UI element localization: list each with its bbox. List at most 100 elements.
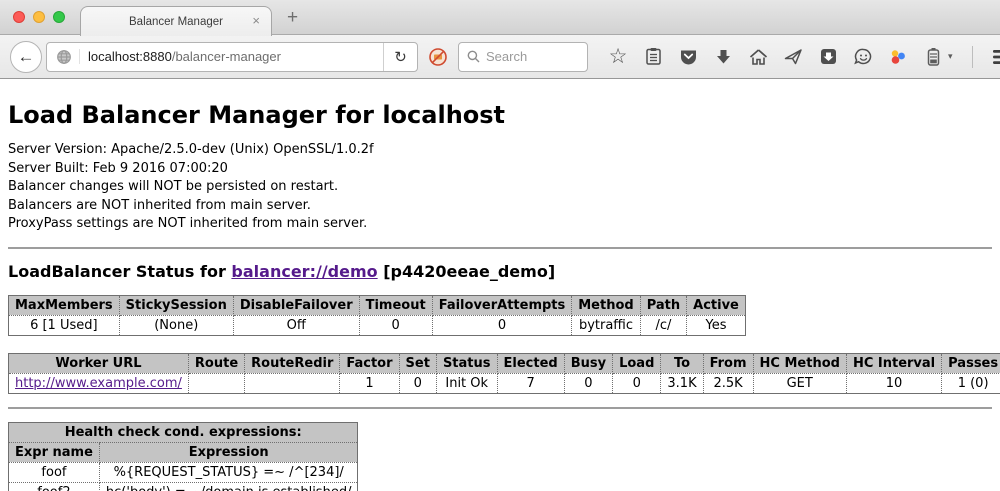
plugin-blocked-icon[interactable]	[428, 47, 448, 67]
cell-expression: hc('body') =~ /domain is established/	[99, 482, 358, 491]
back-button[interactable]: ←	[10, 41, 42, 73]
window-minimize-button[interactable]	[33, 11, 45, 23]
column-header: RouteRedir	[245, 353, 340, 373]
table-row: 6 [1 Used] (None) Off 0 0 bytraffic /c/ …	[9, 315, 746, 335]
globe-icon	[47, 49, 79, 65]
page-content: Load Balancer Manager for localhost Serv…	[0, 79, 1000, 491]
cell-expression: %{REQUEST_STATUS} =~ /^[234]/	[99, 462, 358, 482]
cell-from: 2.5K	[703, 373, 753, 393]
cell-expr-name: foof	[9, 462, 100, 482]
table-header-row: Expr name Expression	[9, 442, 358, 462]
url-input[interactable]: localhost:8880/balancer-manager	[79, 49, 383, 64]
page-title: Load Balancer Manager for localhost	[8, 101, 992, 129]
cell-load: 0	[613, 373, 661, 393]
column-header: Passes	[942, 353, 1000, 373]
browser-tab[interactable]: Balancer Manager ×	[80, 6, 272, 36]
column-header: HC Interval	[846, 353, 941, 373]
cell-route	[188, 373, 244, 393]
cell-status: Init Ok	[436, 373, 497, 393]
column-header: FailoverAttempts	[432, 295, 572, 315]
column-header: Elected	[497, 353, 564, 373]
heading-prefix: LoadBalancer Status for	[8, 262, 231, 281]
server-info: Server Version: Apache/2.5.0-dev (Unix) …	[8, 141, 992, 234]
bookmark-star-icon[interactable]: ☆	[608, 46, 628, 68]
column-header: Load	[613, 353, 661, 373]
column-header: StickySession	[119, 295, 233, 315]
cell-set: 0	[399, 373, 436, 393]
window-close-button[interactable]	[13, 11, 25, 23]
table-header-row: MaxMembers StickySession DisableFailover…	[9, 295, 746, 315]
search-input[interactable]: Search	[486, 49, 527, 64]
worker-url-link[interactable]: http://www.example.com/	[15, 376, 182, 391]
browser-titlebar: Balancer Manager × +	[0, 0, 1000, 35]
search-icon	[467, 50, 480, 63]
cell-hc-method: GET	[753, 373, 846, 393]
table-row: foof2 hc('body') =~ /domain is establish…	[9, 482, 358, 491]
search-bar[interactable]: Search	[458, 42, 588, 72]
column-header: To	[661, 353, 703, 373]
column-header: Expr name	[9, 442, 100, 462]
cell-factor: 1	[340, 373, 399, 393]
window-zoom-button[interactable]	[53, 11, 65, 23]
notice-line: Balancer changes will NOT be persisted o…	[8, 178, 992, 197]
column-header: Status	[436, 353, 497, 373]
table-title-row: Health check cond. expressions:	[9, 422, 358, 442]
tab-close-icon[interactable]: ×	[252, 14, 260, 27]
column-header: Path	[640, 295, 686, 315]
column-header: Factor	[340, 353, 399, 373]
send-plane-icon[interactable]	[783, 46, 803, 68]
cell-maxmembers: 6 [1 Used]	[9, 315, 120, 335]
notice-line: Balancers are NOT inherited from main se…	[8, 197, 992, 216]
chevron-down-icon[interactable]: ▾	[948, 51, 953, 62]
column-header: Timeout	[359, 295, 432, 315]
worker-row: http://www.example.com/ 1 0 Init Ok 7 0 …	[9, 373, 1000, 393]
battery-extension-icon[interactable]	[923, 46, 943, 68]
column-header: Busy	[564, 353, 612, 373]
server-built-line: Server Built: Feb 9 2016 07:00:20	[8, 160, 992, 179]
bookmarks-menu-icon[interactable]	[643, 46, 663, 68]
downloads-icon[interactable]	[713, 46, 733, 68]
home-icon[interactable]	[748, 46, 768, 68]
cell-failoverattempts: 0	[432, 315, 572, 335]
reload-button[interactable]: ↻	[383, 43, 417, 71]
cell-active: Yes	[687, 315, 746, 335]
column-header: Active	[687, 295, 746, 315]
balancer-link[interactable]: balancer://demo	[231, 262, 377, 281]
section-divider	[8, 247, 992, 249]
cell-path: /c/	[640, 315, 686, 335]
new-tab-button[interactable]: +	[287, 7, 298, 29]
cell-expr-name: foof2	[9, 482, 100, 491]
cell-stickysession: (None)	[119, 315, 233, 335]
hamburger-menu-icon[interactable]	[992, 46, 1000, 68]
section-divider	[8, 407, 992, 409]
column-header: Set	[399, 353, 436, 373]
cell-elected: 7	[497, 373, 564, 393]
extension-colordots-icon[interactable]	[888, 46, 908, 68]
video-download-icon[interactable]	[818, 46, 838, 68]
toolbar-buttons: ☆ ▾	[608, 46, 1000, 68]
url-bar[interactable]: localhost:8880/balancer-manager ↻	[46, 42, 418, 72]
url-path: /balancer-manager	[172, 49, 281, 64]
navigation-toolbar: ← localhost:8880/balancer-manager ↻ Sear…	[0, 35, 1000, 79]
table-row: foof %{REQUEST_STATUS} =~ /^[234]/	[9, 462, 358, 482]
column-header: Expression	[99, 442, 358, 462]
window-controls	[13, 11, 65, 23]
pocket-icon[interactable]	[678, 46, 698, 68]
cell-disablefailover: Off	[233, 315, 359, 335]
cell-hc-interval: 10	[846, 373, 941, 393]
column-header: DisableFailover	[233, 295, 359, 315]
notice-line: ProxyPass settings are NOT inherited fro…	[8, 215, 992, 234]
balancer-settings-table: MaxMembers StickySession DisableFailover…	[8, 295, 746, 336]
column-header: Method	[572, 295, 640, 315]
cell-worker-url: http://www.example.com/	[9, 373, 189, 393]
column-header: Route	[188, 353, 244, 373]
server-version-line: Server Version: Apache/2.5.0-dev (Unix) …	[8, 141, 992, 160]
cell-method: bytraffic	[572, 315, 640, 335]
chat-smiley-icon[interactable]	[853, 46, 873, 68]
cell-routeredir	[245, 373, 340, 393]
column-header: Worker URL	[9, 353, 189, 373]
table-header-row: Worker URL Route RouteRedir Factor Set S…	[9, 353, 1000, 373]
column-header: HC Method	[753, 353, 846, 373]
tab-title: Balancer Manager	[129, 16, 223, 28]
column-header: MaxMembers	[9, 295, 120, 315]
